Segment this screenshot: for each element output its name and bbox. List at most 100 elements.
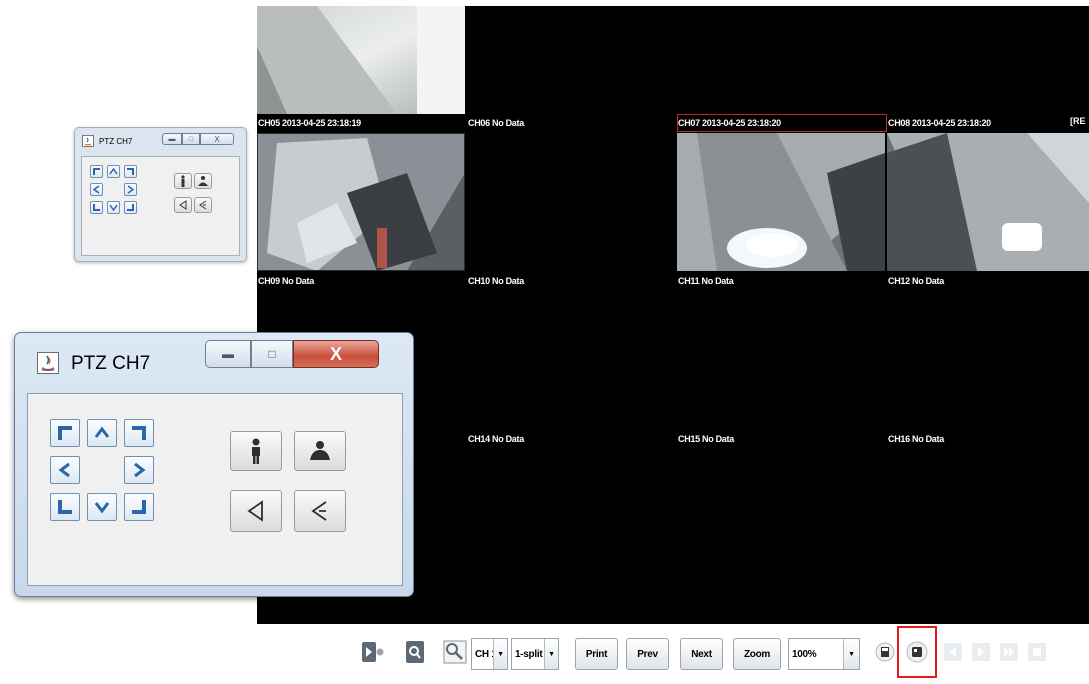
maximize-button[interactable]: □ xyxy=(182,133,200,145)
play-button[interactable] xyxy=(968,638,994,666)
tile-ch16[interactable]: CH16 No Data xyxy=(887,432,1089,592)
pan-down-right-button[interactable] xyxy=(124,201,137,214)
screenshot-stage: CH05 2013-04-25 23:18:19 CH06 No Data CH… xyxy=(0,0,1089,684)
ptz-control-button[interactable] xyxy=(904,638,930,666)
tile-ch05-preview[interactable] xyxy=(257,6,465,118)
tilt-up-button[interactable] xyxy=(107,165,120,178)
tile-ch06[interactable]: CH06 No Data xyxy=(467,116,675,276)
play-camera-icon xyxy=(362,642,384,662)
tilt-down-button[interactable] xyxy=(87,493,117,521)
save-button[interactable] xyxy=(872,638,898,666)
channel-select[interactable]: CH 1 ▼ xyxy=(471,638,508,670)
split-select-value: 1-split xyxy=(515,648,543,660)
search-file-button[interactable] xyxy=(402,638,428,666)
up-right-arrow-icon xyxy=(132,426,146,440)
focus-near-button[interactable] xyxy=(174,197,192,213)
tile-label: CH15 No Data xyxy=(678,434,734,444)
tile-ch15[interactable]: CH15 No Data xyxy=(677,432,885,592)
rewind-icon xyxy=(944,643,962,661)
prev-button[interactable]: Prev xyxy=(626,638,669,670)
down-left-arrow-icon xyxy=(93,204,100,211)
up-right-arrow-icon xyxy=(127,168,134,175)
zoom-out-button[interactable] xyxy=(194,173,212,189)
zoom-out-button[interactable] xyxy=(294,431,346,471)
pan-down-left-button[interactable] xyxy=(90,201,103,214)
window-controls: ▬ □ X xyxy=(205,340,379,368)
pan-left-button[interactable] xyxy=(90,183,103,196)
zoom-in-person-icon xyxy=(252,438,260,464)
down-left-arrow-icon xyxy=(58,500,72,514)
up-left-arrow-icon xyxy=(58,426,72,440)
minimize-icon: ▬ xyxy=(222,347,234,361)
save-icon xyxy=(875,642,895,662)
close-icon: X xyxy=(214,134,220,144)
ptz-window-large: PTZ CH7 ▬ □ X xyxy=(14,332,414,597)
up-left-arrow-icon xyxy=(93,168,100,175)
tile-label: CH09 No Data xyxy=(258,276,314,286)
pan-up-left-button[interactable] xyxy=(50,419,80,447)
next-button[interactable]: Next xyxy=(680,638,723,670)
minimize-icon: ▬ xyxy=(168,135,176,143)
tile-ch08[interactable]: CH08 2013-04-25 23:18:20 xyxy=(887,116,1089,276)
minimize-button[interactable]: ▬ xyxy=(205,340,251,368)
tile-label: CH10 No Data xyxy=(468,276,524,286)
down-right-arrow-icon xyxy=(132,500,146,514)
play-snapshot-button[interactable] xyxy=(360,638,386,666)
pan-up-right-button[interactable] xyxy=(124,419,154,447)
tile-label: CH16 No Data xyxy=(888,434,944,444)
zoom-search-button[interactable] xyxy=(442,638,468,666)
maximize-button[interactable]: □ xyxy=(251,340,293,368)
zoom-in-button[interactable] xyxy=(174,173,192,189)
camera-feed-ch05 xyxy=(257,133,465,271)
pan-right-button[interactable] xyxy=(124,456,154,484)
maximize-icon: □ xyxy=(268,347,276,361)
zoom-in-person-icon xyxy=(181,175,185,187)
right-arrow-icon xyxy=(127,185,135,194)
pan-left-button[interactable] xyxy=(50,456,80,484)
pan-down-left-button[interactable] xyxy=(50,493,80,521)
java-app-icon xyxy=(37,352,59,374)
tile-ch14[interactable]: CH14 No Data xyxy=(467,432,675,592)
chevron-down-icon: ▼ xyxy=(493,639,507,669)
stop-button[interactable] xyxy=(1024,638,1050,666)
zoom-level-select[interactable]: 100% ▼ xyxy=(788,638,860,670)
fast-forward-icon xyxy=(1000,643,1018,661)
ptz-panel xyxy=(27,393,403,586)
tile-ch05[interactable]: CH05 2013-04-25 23:18:19 xyxy=(257,116,465,276)
down-right-arrow-icon xyxy=(127,204,134,211)
camera-feed-ch05-top xyxy=(257,6,465,114)
tile-ch07[interactable]: CH07 2013-04-25 23:18:20 xyxy=(677,114,887,276)
title-bar[interactable]: PTZ CH7 ▬ □ X xyxy=(15,333,413,391)
tilt-down-button[interactable] xyxy=(107,201,120,214)
split-select[interactable]: 1-split ▼ xyxy=(511,638,559,670)
tile-label: CH07 2013-04-25 23:18:20 xyxy=(678,118,781,128)
print-button[interactable]: Print xyxy=(575,638,618,670)
minimize-button[interactable]: ▬ xyxy=(162,133,182,145)
playback-toolbar: CH 1 ▼ 1-split ▼ Print Prev Next Zoom 10… xyxy=(360,626,1089,684)
close-icon: X xyxy=(329,343,342,364)
zoom-button[interactable]: Zoom xyxy=(733,638,781,670)
pan-down-right-button[interactable] xyxy=(124,493,154,521)
left-arrow-icon xyxy=(58,462,70,478)
fast-forward-button[interactable] xyxy=(996,638,1022,666)
focus-near-button[interactable] xyxy=(230,490,282,532)
title-bar[interactable]: PTZ CH7 ▬ □ X xyxy=(75,128,246,154)
pan-right-button[interactable] xyxy=(124,183,137,196)
focus-near-icon xyxy=(247,500,263,522)
tile-ch12[interactable]: CH12 No Data xyxy=(887,274,1089,434)
tile-ch10[interactable]: CH10 No Data xyxy=(467,274,675,434)
zoom-in-button[interactable] xyxy=(230,431,282,471)
focus-far-button[interactable] xyxy=(294,490,346,532)
rewind-button[interactable] xyxy=(940,638,966,666)
window-title: PTZ CH7 xyxy=(71,353,151,374)
camera-feed-ch08 xyxy=(887,133,1089,271)
pan-up-left-button[interactable] xyxy=(90,165,103,178)
tile-ch11[interactable]: CH11 No Data xyxy=(677,274,885,434)
close-button[interactable]: X xyxy=(200,133,234,145)
close-button[interactable]: X xyxy=(293,340,379,368)
tilt-up-button[interactable] xyxy=(87,419,117,447)
tile-label: CH11 No Data xyxy=(678,276,734,286)
right-arrow-icon xyxy=(134,462,146,478)
focus-far-button[interactable] xyxy=(194,197,212,213)
pan-up-right-button[interactable] xyxy=(124,165,137,178)
